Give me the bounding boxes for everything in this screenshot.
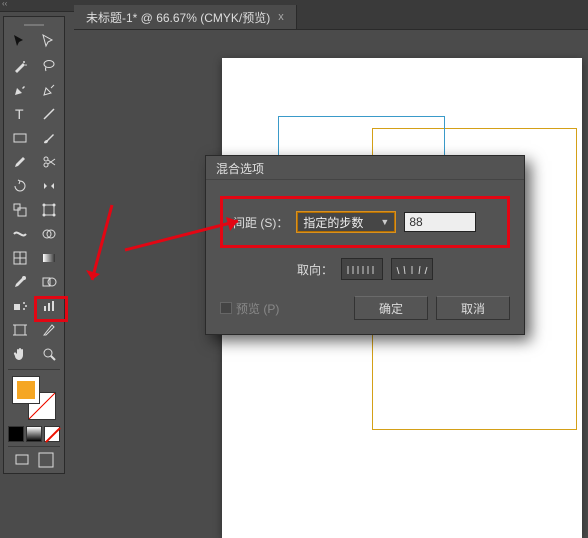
orientation-align-path-button[interactable] [391, 258, 433, 280]
width-tool[interactable] [6, 223, 33, 245]
type-tool[interactable]: T [6, 103, 33, 125]
color-mode-none[interactable] [44, 426, 60, 442]
color-mode-gradient[interactable] [26, 426, 42, 442]
spacing-label: 间距 (S)： [233, 214, 288, 231]
chevron-down-icon: ▼ [380, 217, 389, 227]
scale-tool[interactable] [6, 199, 33, 221]
ok-button[interactable]: 确定 [354, 296, 428, 320]
pen-tool[interactable] [6, 79, 33, 101]
document-tab-title: 未标题-1* @ 66.67% (CMYK/预览) [86, 9, 270, 26]
paintbrush-tool[interactable] [35, 127, 62, 149]
checkbox-box-icon [220, 302, 232, 314]
zoom-tool[interactable] [35, 343, 62, 365]
scissors-tool[interactable] [35, 151, 62, 173]
curvature-tool[interactable] [35, 79, 62, 101]
direct-selection-tool[interactable] [35, 31, 62, 53]
gradient-tool[interactable] [35, 247, 62, 269]
document-tab[interactable]: 未标题-1* @ 66.67% (CMYK/预览) x [74, 5, 297, 29]
annotation-highlight-spacing: 间距 (S)： 指定的步数 ▼ [220, 196, 510, 248]
selection-tool[interactable] [6, 31, 33, 53]
symbol-sprayer-tool[interactable] [6, 295, 33, 317]
cancel-button[interactable]: 取消 [436, 296, 510, 320]
artboard-tool[interactable] [6, 319, 33, 341]
ok-button-label: 确定 [379, 300, 403, 317]
pencil-tool[interactable] [6, 151, 33, 173]
blend-tool[interactable] [35, 271, 62, 293]
fill-swatch[interactable] [12, 376, 40, 404]
cancel-button-label: 取消 [461, 300, 485, 317]
preview-checkbox[interactable]: 预览 (P) [220, 300, 346, 317]
panel-grip[interactable] [6, 21, 62, 29]
reflect-tool[interactable] [35, 175, 62, 197]
panel-collapse-bar[interactable] [0, 0, 74, 12]
screen-mode-normal[interactable] [12, 451, 32, 469]
shape-builder-tool[interactable] [35, 223, 62, 245]
mesh-tool[interactable] [6, 247, 33, 269]
orientation-align-page-button[interactable] [341, 258, 383, 280]
hand-tool[interactable] [6, 343, 33, 365]
fill-stroke-swatch[interactable] [12, 376, 56, 420]
free-transform-tool[interactable] [35, 199, 62, 221]
rotate-tool[interactable] [6, 175, 33, 197]
spacing-mode-dropdown[interactable]: 指定的步数 ▼ [296, 211, 396, 233]
rectangle-tool[interactable] [6, 127, 33, 149]
column-graph-tool[interactable] [35, 295, 62, 317]
orientation-label: 取向： [297, 261, 333, 278]
color-mode-solid[interactable] [8, 426, 24, 442]
svg-text:T: T [15, 106, 24, 122]
spacing-mode-value: 指定的步数 [303, 214, 363, 231]
magic-wand-tool[interactable] [6, 55, 33, 77]
close-tab-icon[interactable]: x [278, 11, 284, 23]
tools-panel: T [3, 16, 65, 474]
line-segment-tool[interactable] [35, 103, 62, 125]
blend-options-dialog: 混合选项 间距 (S)： 指定的步数 ▼ 取向： [205, 155, 525, 335]
document-tab-bar: 未标题-1* @ 66.67% (CMYK/预览) x [74, 0, 588, 30]
screen-mode-full[interactable] [36, 451, 56, 469]
slice-tool[interactable] [35, 319, 62, 341]
spacing-steps-input[interactable] [404, 212, 476, 232]
eyedropper-tool[interactable] [6, 271, 33, 293]
preview-label: 预览 (P) [236, 300, 279, 317]
lasso-tool[interactable] [35, 55, 62, 77]
dialog-title: 混合选项 [206, 156, 524, 180]
